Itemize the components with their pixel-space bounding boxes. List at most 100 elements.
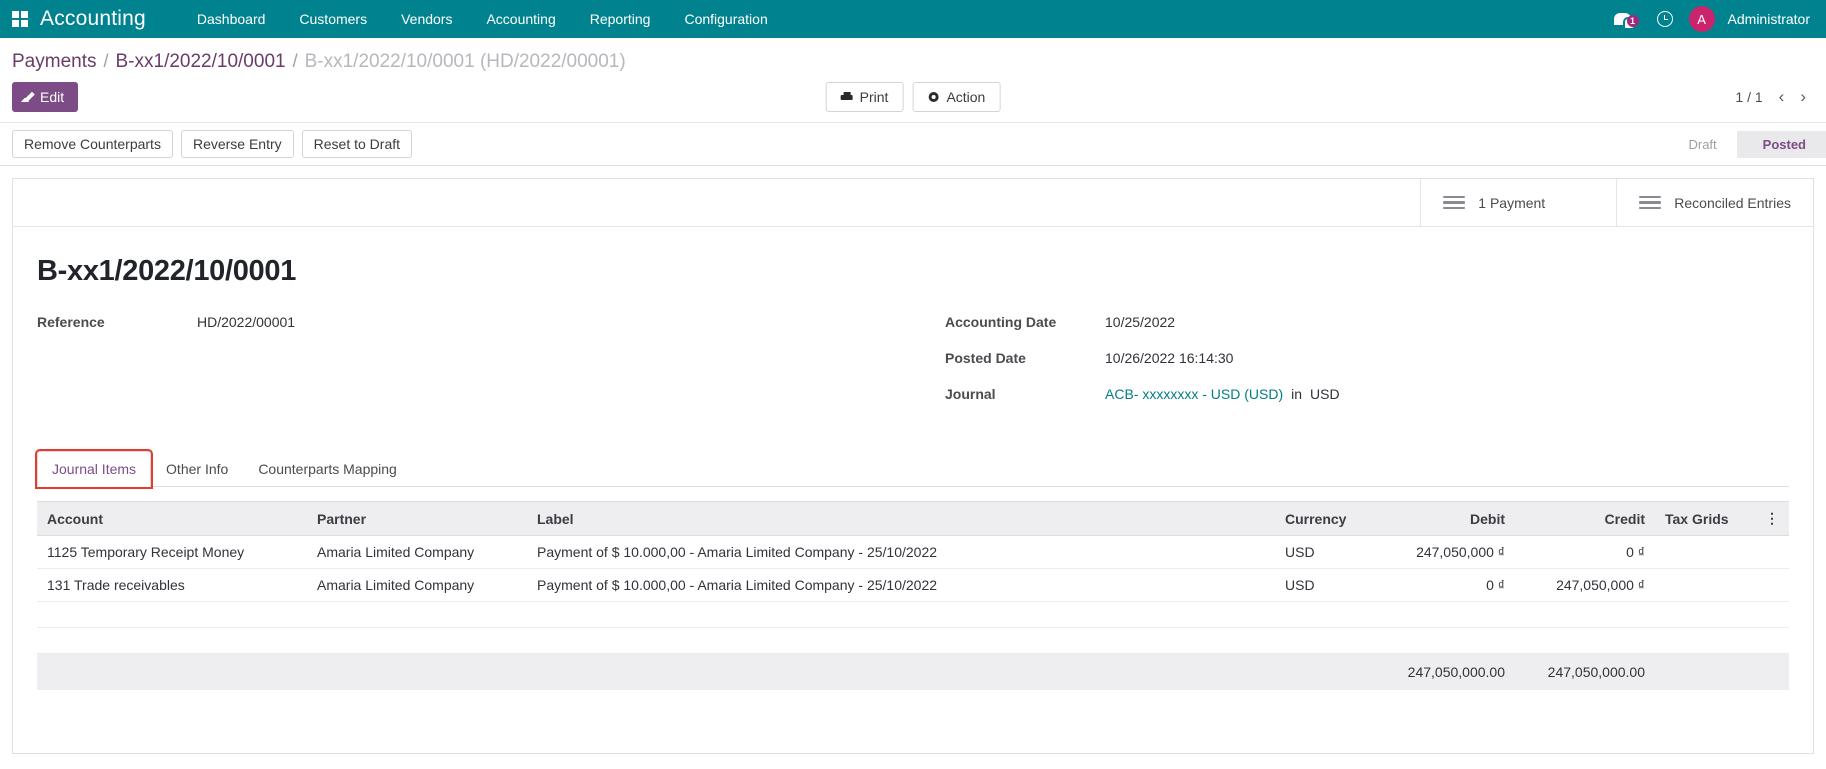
- cell-currency[interactable]: USD: [1275, 569, 1375, 602]
- cell-account[interactable]: 1125 Temporary Receipt Money: [37, 536, 307, 569]
- cell-label[interactable]: Payment of $ 10.000,00 - Amaria Limited …: [527, 536, 1275, 569]
- form-fields: Reference HD/2022/00001 Accounting Date …: [37, 314, 1789, 422]
- remove-counterparts-button[interactable]: Remove Counterparts: [12, 130, 173, 158]
- nav-item-reporting[interactable]: Reporting: [573, 0, 668, 38]
- field-journal: Journal ACB- xxxxxxxx - USD (USD) in USD: [945, 386, 1789, 408]
- print-button[interactable]: Print: [826, 82, 904, 112]
- print-button-label: Print: [860, 89, 889, 105]
- field-accounting-date: Accounting Date 10/25/2022: [945, 314, 1789, 336]
- cell-credit[interactable]: 247,050,000 ₫: [1515, 569, 1655, 602]
- table-header-row: Account Partner Label Currency Debit Cre…: [37, 502, 1789, 536]
- tab-other-info[interactable]: Other Info: [151, 451, 243, 487]
- cell-currency[interactable]: USD: [1275, 536, 1375, 569]
- messages-count-badge: 1: [1627, 15, 1639, 27]
- cell-tax-grids[interactable]: [1655, 536, 1755, 569]
- table-row[interactable]: 1125 Temporary Receipt Money Amaria Limi…: [37, 536, 1789, 569]
- column-header-label[interactable]: Label: [527, 502, 1275, 536]
- column-header-credit[interactable]: Credit: [1515, 502, 1655, 536]
- column-header-debit[interactable]: Debit: [1375, 502, 1515, 536]
- field-reference: Reference HD/2022/00001: [37, 314, 913, 336]
- tab-journal-items[interactable]: Journal Items: [37, 451, 151, 487]
- reset-to-draft-button[interactable]: Reset to Draft: [302, 130, 412, 158]
- status-stages: Draft Posted: [1662, 131, 1826, 158]
- cell-partner[interactable]: Amaria Limited Company: [307, 569, 527, 602]
- column-header-partner[interactable]: Partner: [307, 502, 527, 536]
- nav-item-vendors[interactable]: Vendors: [384, 0, 469, 38]
- control-panel: Payments / B-xx1/2022/10/0001 / B-xx1/20…: [0, 38, 1826, 123]
- action-row: Edit Print Action 1 / 1 ‹ ›: [0, 82, 1826, 122]
- cell-debit[interactable]: 0 ₫: [1375, 569, 1515, 602]
- column-header-tax-grids[interactable]: Tax Grids: [1655, 502, 1755, 536]
- apps-grid-icon: [12, 11, 28, 27]
- sheet-wrapper: 1 Payment Reconciled Entries B-xx1/2022/…: [0, 166, 1826, 766]
- cell-debit[interactable]: 247,050,000 ₫: [1375, 536, 1515, 569]
- table-empty-row: [37, 602, 1789, 628]
- reverse-entry-button[interactable]: Reverse Entry: [181, 130, 294, 158]
- tab-counterparts-mapping[interactable]: Counterparts Mapping: [243, 451, 412, 487]
- field-posted-date-value[interactable]: 10/26/2022 16:14:30: [1105, 350, 1233, 366]
- breadcrumb-payments[interactable]: Payments: [12, 51, 96, 73]
- nav-item-accounting[interactable]: Accounting: [469, 0, 572, 38]
- total-credit: 247,050,000.00: [1515, 654, 1655, 691]
- field-journal-currency[interactable]: USD: [1310, 386, 1340, 402]
- navbar-right-group: 1 A Administrator: [1604, 0, 1816, 38]
- form-sheet: 1 Payment Reconciled Entries B-xx1/2022/…: [12, 178, 1814, 754]
- field-accounting-date-value[interactable]: 10/25/2022: [1105, 314, 1175, 330]
- clock-icon[interactable]: [1657, 11, 1673, 27]
- table-body: 1125 Temporary Receipt Money Amaria Limi…: [37, 536, 1789, 654]
- table-totals-row: 247,050,000.00 247,050,000.00: [37, 654, 1789, 691]
- app-brand-accounting[interactable]: Accounting: [40, 7, 180, 31]
- messages-button[interactable]: 1: [1604, 13, 1641, 25]
- cell-options: [1755, 569, 1789, 602]
- table-empty-row: [37, 628, 1789, 654]
- breadcrumb: Payments / B-xx1/2022/10/0001 / B-xx1/20…: [0, 38, 1826, 82]
- field-journal-value[interactable]: ACB- xxxxxxxx - USD (USD): [1105, 386, 1283, 402]
- field-reference-label: Reference: [37, 314, 197, 330]
- avatar[interactable]: A: [1689, 6, 1715, 32]
- cell-label[interactable]: Payment of $ 10.000,00 - Amaria Limited …: [527, 569, 1275, 602]
- apps-menu-button[interactable]: [0, 0, 40, 38]
- field-posted-date: Posted Date 10/26/2022 16:14:30: [945, 350, 1789, 372]
- form-column-left: Reference HD/2022/00001: [37, 314, 913, 422]
- table-row[interactable]: 131 Trade receivables Amaria Limited Com…: [37, 569, 1789, 602]
- action-button-label: Action: [946, 89, 985, 105]
- breadcrumb-parent-record[interactable]: B-xx1/2022/10/0001: [116, 51, 286, 73]
- form-tabs: Journal Items Other Info Counterparts Ma…: [37, 450, 1789, 487]
- smart-button-reconciled-entries[interactable]: Reconciled Entries: [1616, 179, 1813, 226]
- pencil-icon: [23, 92, 34, 103]
- smart-button-bar: 1 Payment Reconciled Entries: [13, 179, 1813, 227]
- cell-options: [1755, 536, 1789, 569]
- field-reference-value[interactable]: HD/2022/00001: [197, 314, 295, 330]
- total-debit: 247,050,000.00: [1375, 654, 1515, 691]
- smart-button-payments[interactable]: 1 Payment: [1420, 179, 1616, 226]
- gear-icon: [927, 91, 939, 103]
- pager-next-icon[interactable]: ›: [1800, 87, 1806, 107]
- column-header-account[interactable]: Account: [37, 502, 307, 536]
- edit-button-label: Edit: [40, 89, 64, 105]
- nav-item-configuration[interactable]: Configuration: [667, 0, 784, 38]
- action-button[interactable]: Action: [912, 82, 1000, 112]
- list-icon: [1443, 196, 1465, 210]
- smart-button-reconciled-entries-label: Reconciled Entries: [1674, 195, 1791, 211]
- table-head: Account Partner Label Currency Debit Cre…: [37, 502, 1789, 536]
- smart-button-payments-label: 1 Payment: [1478, 195, 1545, 211]
- status-bar: Remove Counterparts Reverse Entry Reset …: [0, 123, 1826, 166]
- journal-items-table: Account Partner Label Currency Debit Cre…: [37, 501, 1789, 690]
- pager-previous-icon[interactable]: ‹: [1779, 87, 1785, 107]
- cell-credit[interactable]: 0 ₫: [1515, 536, 1655, 569]
- cell-tax-grids[interactable]: [1655, 569, 1755, 602]
- cell-account[interactable]: 131 Trade receivables: [37, 569, 307, 602]
- field-journal-label: Journal: [945, 386, 1105, 402]
- nav-item-customers[interactable]: Customers: [282, 0, 384, 38]
- edit-button[interactable]: Edit: [12, 82, 78, 112]
- breadcrumb-separator-1: /: [103, 51, 108, 72]
- column-header-currency[interactable]: Currency: [1275, 502, 1375, 536]
- nav-item-dashboard[interactable]: Dashboard: [180, 0, 283, 38]
- column-options-icon[interactable]: ⋮: [1755, 502, 1789, 536]
- cell-partner[interactable]: Amaria Limited Company: [307, 536, 527, 569]
- field-accounting-date-label: Accounting Date: [945, 314, 1105, 330]
- printer-icon: [841, 92, 853, 103]
- user-name[interactable]: Administrator: [1728, 11, 1816, 27]
- status-badge-posted[interactable]: Posted: [1737, 131, 1826, 158]
- form-column-right: Accounting Date 10/25/2022 Posted Date 1…: [913, 314, 1789, 422]
